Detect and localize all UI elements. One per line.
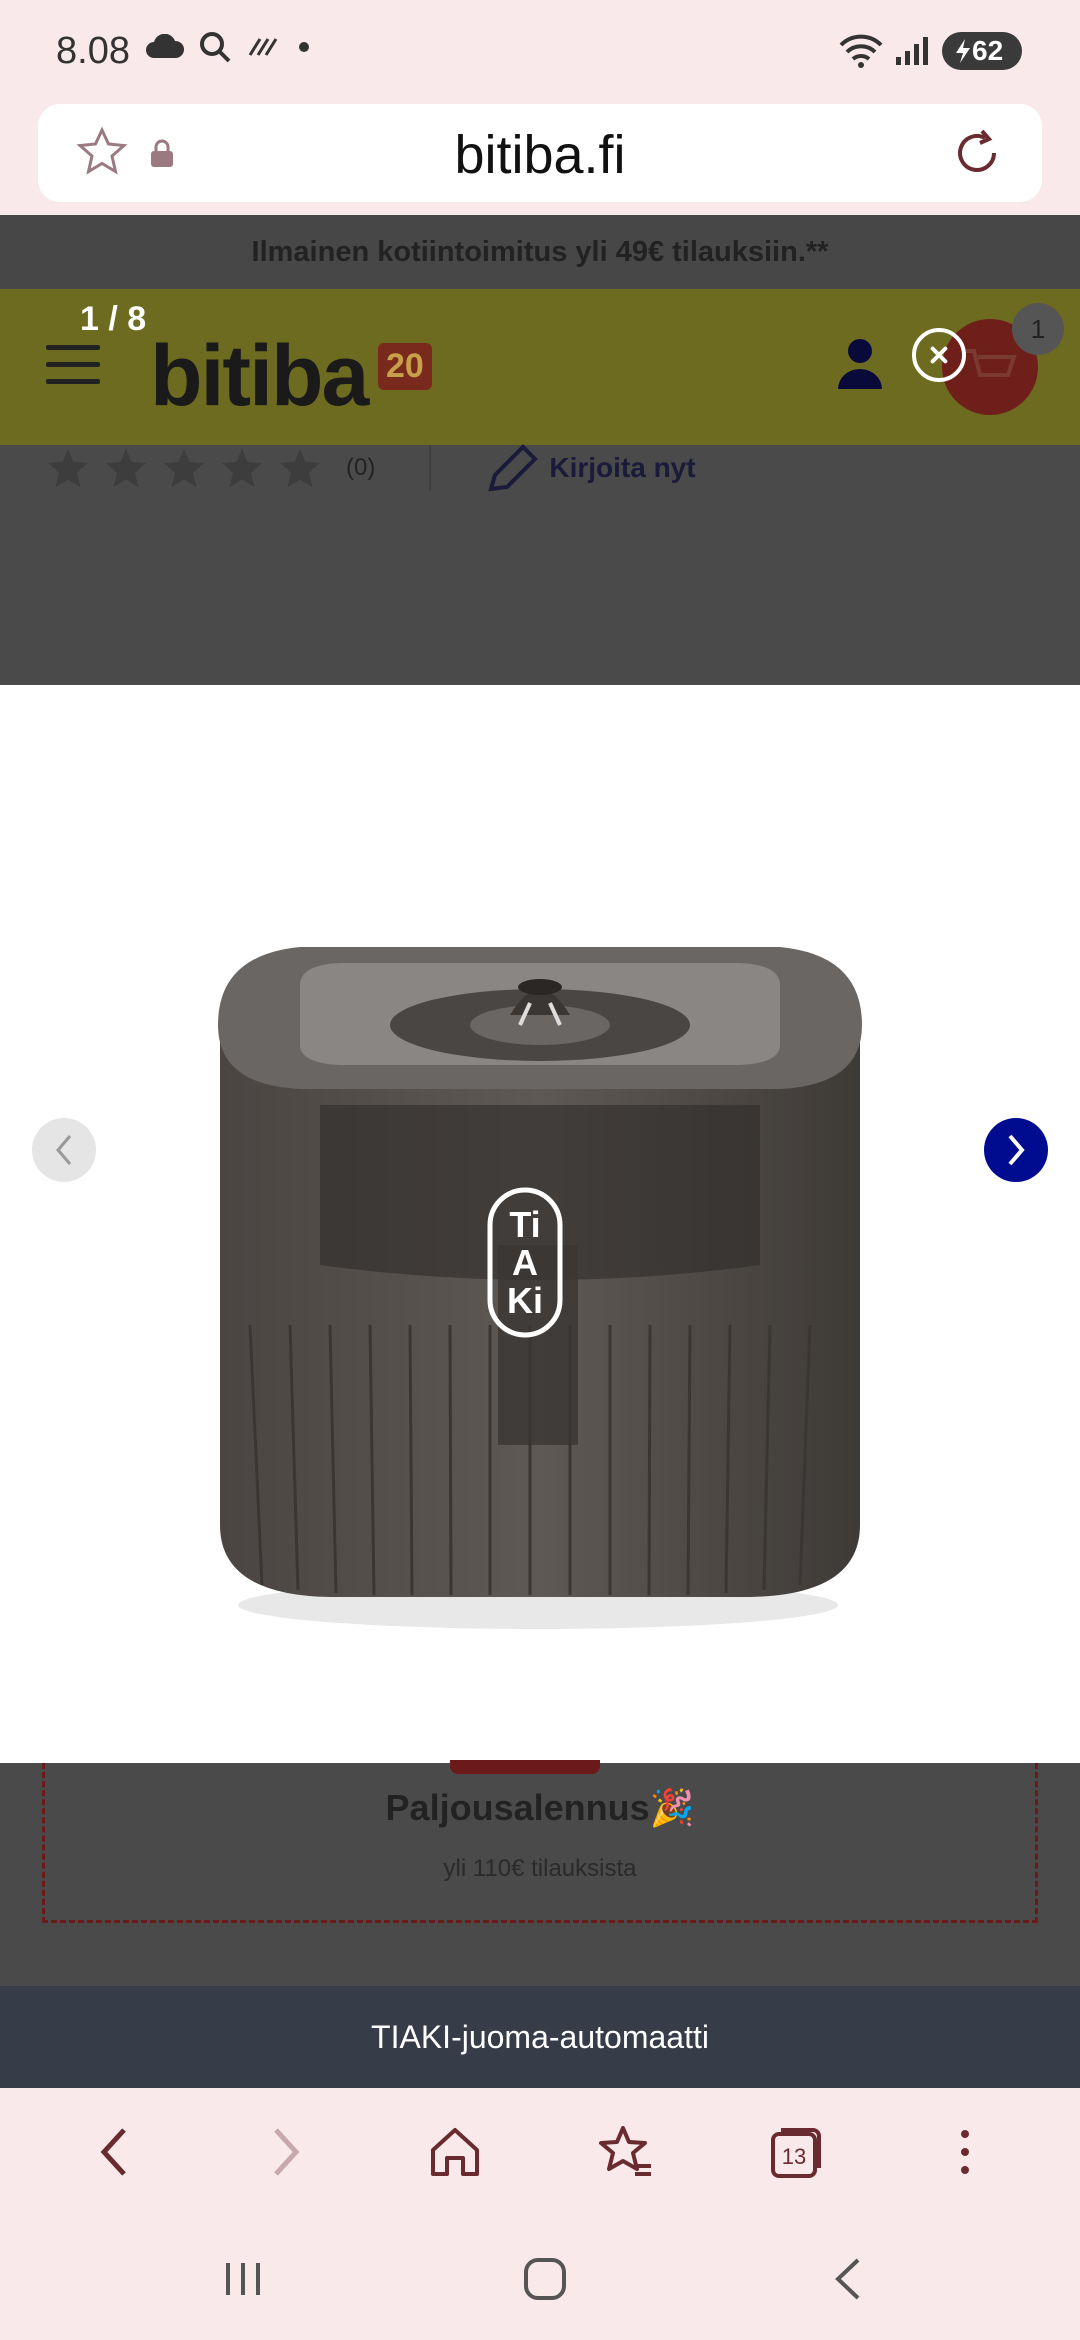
signal-icon	[896, 37, 928, 65]
previous-image-button[interactable]	[32, 1118, 96, 1182]
star-icon	[164, 449, 204, 487]
star-icon	[222, 449, 262, 487]
battery-indicator: 62	[942, 32, 1022, 70]
home-button[interactable]	[415, 2112, 495, 2192]
data-saver-icon	[248, 38, 278, 56]
forward-button[interactable]	[245, 2112, 325, 2192]
product-image: Ti A Ki	[0, 685, 1080, 1763]
chevron-left-icon	[100, 2128, 126, 2176]
status-icons-left	[146, 30, 314, 64]
chevron-left-icon	[56, 1135, 72, 1165]
product-brand-text-2: A	[512, 1242, 538, 1283]
battery-level: 62	[972, 35, 1004, 66]
write-review-label: Kirjoita nyt	[549, 452, 696, 483]
promo-strip: Ilmainen kotiintoimitus yli 49€ tilauksi…	[0, 215, 1080, 289]
dot-icon	[299, 42, 309, 52]
bulk-discount-box: Paljousalennus🎉 yli 110€ tilauksista	[42, 1763, 1038, 1923]
image-caption: TIAKI-juoma-automaatti	[0, 1986, 1080, 2088]
discount-title: Paljousalennus🎉	[385, 1787, 695, 1828]
recent-apps-button[interactable]	[203, 2246, 283, 2312]
address-bar[interactable]: bitiba.fi	[38, 104, 1042, 202]
recents-icon	[226, 2263, 260, 2295]
bookmarks-star-icon	[599, 2126, 651, 2176]
more-vertical-icon	[961, 2130, 969, 2174]
charging-icon	[956, 39, 970, 63]
image-counter: 1 / 8	[80, 300, 147, 338]
home-circle-icon	[524, 2258, 566, 2300]
system-back-button[interactable]	[808, 2246, 888, 2312]
user-icon[interactable]	[836, 335, 884, 389]
chevron-right-icon	[274, 2128, 300, 2176]
wifi-icon	[839, 34, 883, 68]
write-review-link[interactable]: Kirjoita nyt	[485, 443, 696, 493]
cloud-icon	[146, 34, 184, 58]
status-time: 8.08	[56, 30, 130, 72]
tabs-icon: 13	[771, 2128, 821, 2178]
cart-count-badge: 1	[1012, 303, 1064, 355]
bookmarks-button[interactable]	[585, 2112, 665, 2192]
tabs-count: 13	[782, 2144, 806, 2169]
more-options-button[interactable]	[925, 2112, 1005, 2192]
product-photo: Ti A Ki	[218, 947, 862, 1629]
menu-icon[interactable]	[46, 345, 100, 385]
status-icons-right: 62	[838, 32, 1022, 70]
discount-subtitle: yli 110€ tilauksista	[443, 1855, 637, 1882]
tabs-button[interactable]: 13	[755, 2112, 835, 2192]
url-text[interactable]: bitiba.fi	[38, 124, 1042, 186]
product-brand-text-1: Ti	[509, 1204, 540, 1245]
chevron-right-icon	[1008, 1134, 1025, 1166]
pencil-icon	[488, 444, 539, 492]
site-logo[interactable]: bitiba	[150, 327, 369, 426]
star-icon	[106, 449, 146, 487]
system-navigation	[0, 2216, 1080, 2340]
rating-row: (0) Kirjoita nyt	[46, 443, 696, 493]
divider	[429, 446, 432, 490]
product-brand-text-3: Ki	[507, 1280, 543, 1321]
back-icon	[835, 2258, 860, 2300]
status-bar: 8.08 62	[0, 0, 1080, 100]
star-icon	[280, 449, 320, 487]
next-image-button[interactable]	[984, 1118, 1048, 1182]
search-icon	[200, 32, 231, 63]
reload-icon[interactable]	[950, 126, 1004, 180]
browser-toolbar: 13	[0, 2088, 1080, 2216]
home-icon	[431, 2128, 479, 2176]
star-icon	[48, 449, 88, 487]
home-system-button[interactable]	[505, 2246, 585, 2312]
rating-count: (0)	[346, 454, 376, 481]
close-lightbox-button[interactable]	[912, 328, 966, 382]
back-button[interactable]	[75, 2112, 155, 2192]
logo-anniversary-badge: 20	[378, 343, 432, 390]
